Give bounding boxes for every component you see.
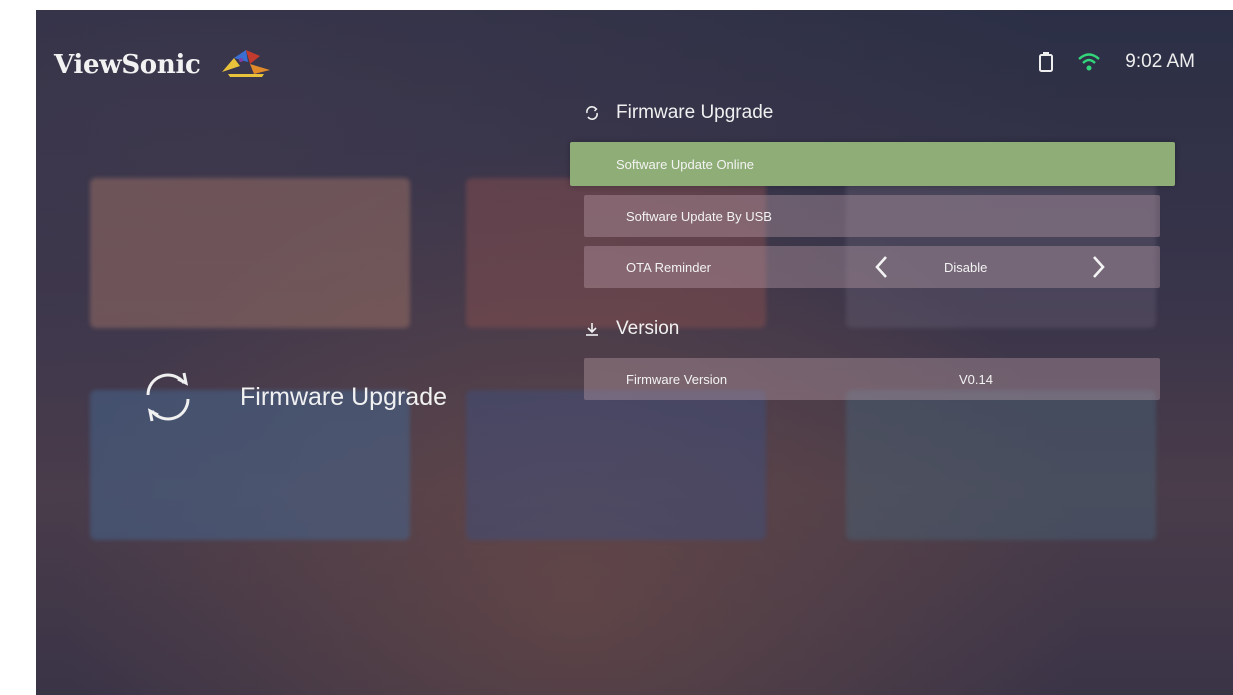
projector-screen: ViewSonic 9:02 AM Firmware Upgrade Firmw… — [36, 10, 1233, 695]
item-label: Software Update By USB — [626, 208, 772, 224]
software-update-online-item[interactable]: Software Update Online — [570, 142, 1175, 186]
background-tile — [846, 390, 1156, 540]
category-panel: Firmware Upgrade — [136, 365, 447, 429]
firmware-version-value: V0.14 — [959, 371, 993, 387]
item-label: Firmware Version — [626, 371, 728, 387]
background-tile — [466, 390, 766, 540]
download-icon — [586, 323, 598, 336]
item-label: OTA Reminder — [626, 259, 712, 275]
version-section-header: Version — [584, 318, 679, 340]
chevron-right-icon[interactable] — [1092, 255, 1106, 279]
ota-reminder-item[interactable]: OTA Reminder Disable — [584, 246, 1160, 288]
brand-logo-text: ViewSonic — [54, 50, 201, 80]
clock-time: 9:02 AM — [1125, 51, 1195, 72]
firmware-section-header: Firmware Upgrade — [584, 102, 773, 124]
background-tile — [90, 178, 410, 328]
firmware-version-item[interactable]: Firmware Version V0.14 — [584, 358, 1160, 400]
status-bar: 9:02 AM — [1039, 48, 1195, 76]
usb-drive-icon — [1039, 52, 1054, 72]
software-update-usb-item[interactable]: Software Update By USB — [584, 195, 1160, 237]
version-section-title: Version — [616, 318, 680, 339]
birds-logo-icon — [222, 50, 270, 77]
refresh-icon — [586, 106, 598, 120]
firmware-section-title: Firmware Upgrade — [616, 102, 774, 123]
chevron-left-icon[interactable] — [874, 255, 888, 279]
ota-reminder-value: Disable — [944, 259, 988, 275]
refresh-icon — [146, 372, 190, 422]
item-label: Software Update Online — [616, 156, 755, 172]
wifi-icon — [1078, 53, 1101, 71]
category-title: Firmware Upgrade — [240, 382, 448, 411]
